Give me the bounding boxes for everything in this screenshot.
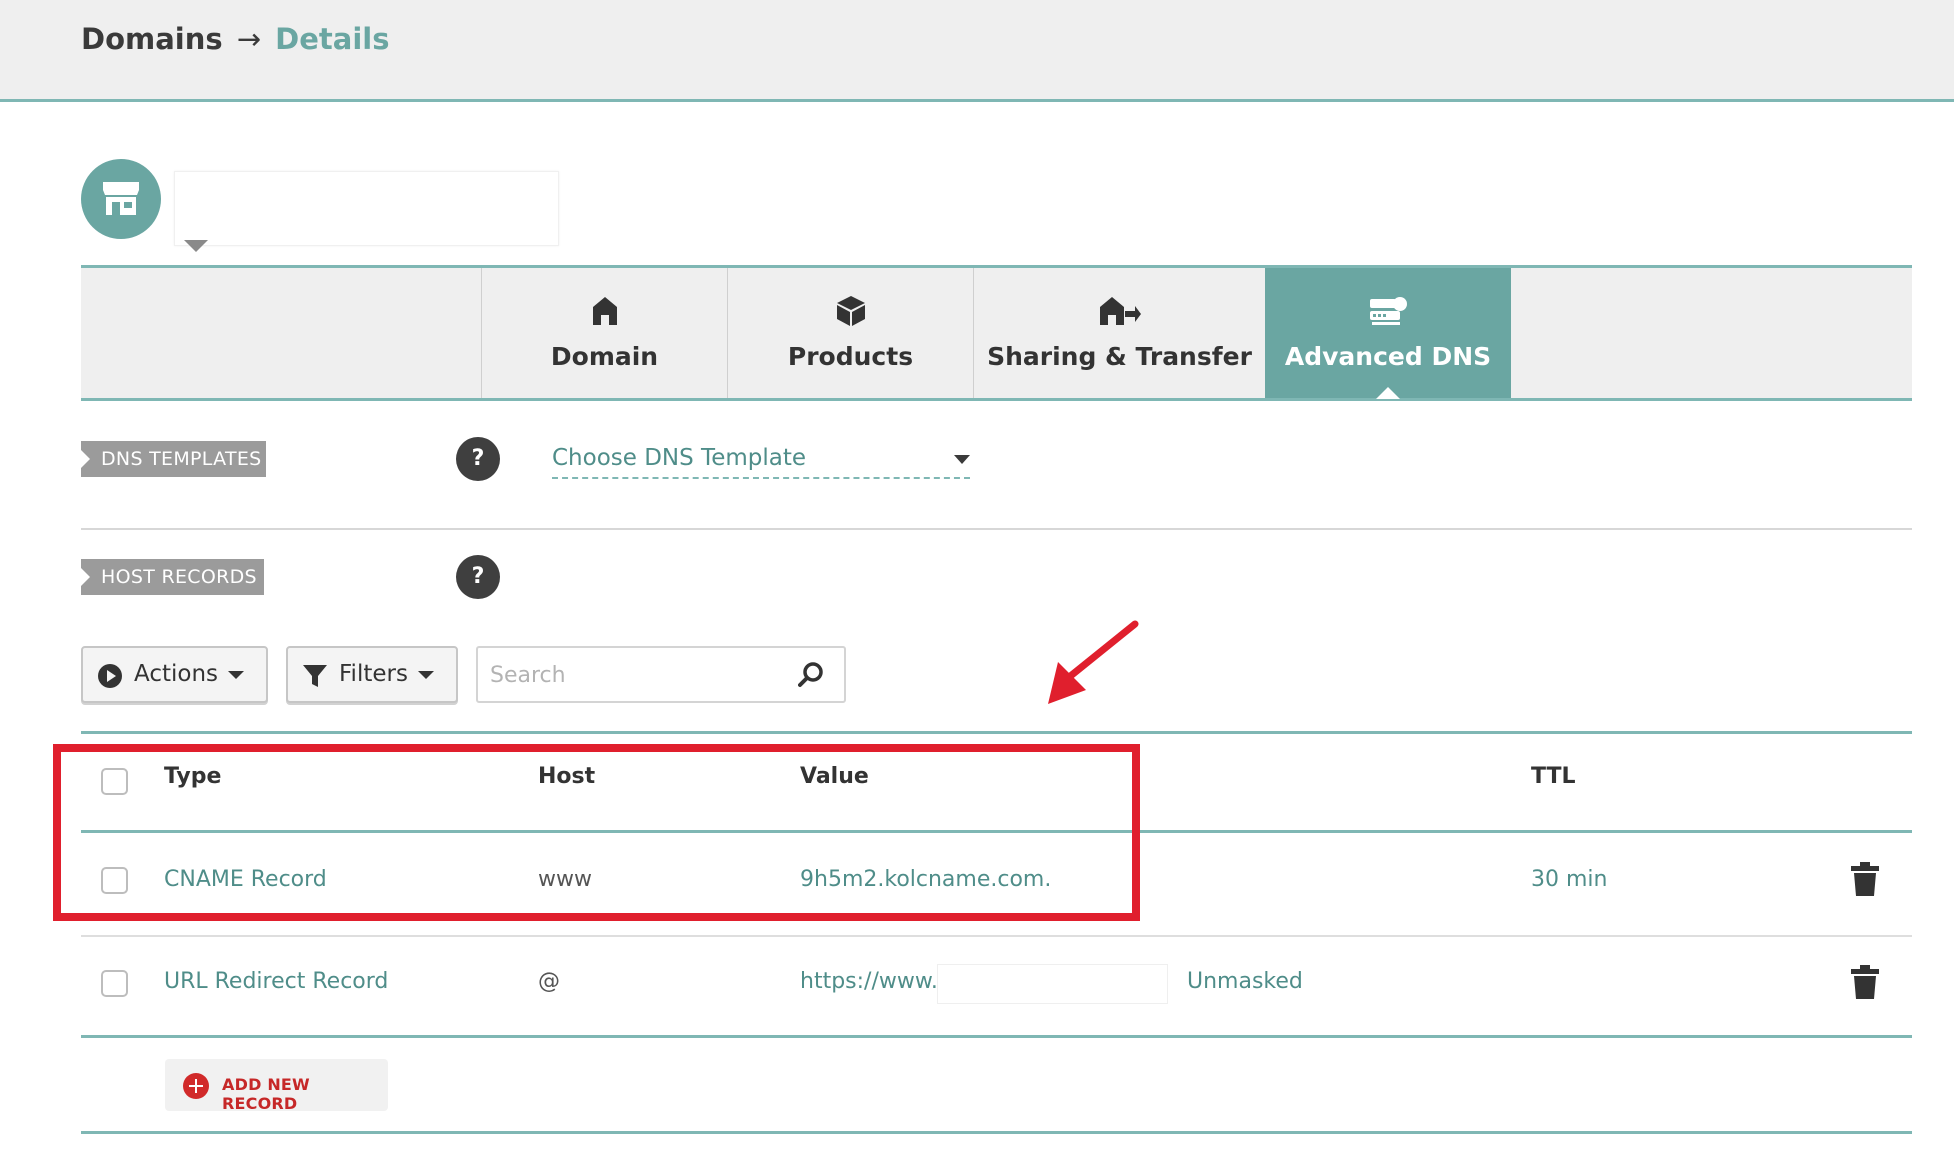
add-new-record-label: ADD NEW RECORD: [222, 1075, 310, 1113]
actions-button-label: Actions: [134, 661, 219, 687]
domain-dropdown-caret[interactable]: [184, 240, 208, 252]
chevron-down-icon: [228, 671, 244, 679]
host-records-label: HOST RECORDS: [81, 559, 264, 595]
search-field[interactable]: [476, 646, 846, 703]
tab-sharing-transfer-label: Sharing & Transfer: [987, 342, 1252, 371]
table-bottom-border: [81, 1035, 1912, 1038]
redirect-mode-cell[interactable]: Unmasked: [1187, 969, 1303, 994]
redacted-url-value: [937, 964, 1168, 1004]
trash-icon[interactable]: [1851, 965, 1879, 999]
tab-sharing-transfer[interactable]: Sharing & Transfer: [973, 268, 1265, 398]
domain-store-icon: [81, 159, 161, 239]
chevron-down-icon: [954, 455, 970, 464]
section-divider: [81, 528, 1912, 530]
search-icon[interactable]: [798, 662, 824, 688]
breadcrumb-current: Details: [275, 22, 390, 56]
record-host-cell[interactable]: @: [538, 969, 560, 994]
trash-icon[interactable]: [1851, 862, 1879, 896]
filter-funnel-icon: [303, 665, 327, 687]
domain-name-redacted: [174, 171, 559, 246]
filters-dropdown-button[interactable]: Filters: [286, 646, 458, 703]
record-type-cell[interactable]: URL Redirect Record: [164, 969, 388, 994]
dns-template-select[interactable]: Choose DNS Template: [552, 441, 970, 479]
record-type-cell[interactable]: CNAME Record: [164, 867, 327, 892]
actions-dropdown-button[interactable]: Actions: [81, 646, 268, 703]
record-ttl-cell[interactable]: 30 min: [1531, 867, 1607, 892]
dns-server-icon: [1370, 297, 1407, 325]
top-header-bar: Domains → Details: [0, 0, 1954, 102]
record-host-cell[interactable]: www: [538, 867, 592, 892]
column-header-type[interactable]: Type: [164, 764, 221, 789]
record-value-cell[interactable]: https://www.: [800, 969, 938, 994]
filters-button-label: Filters: [339, 661, 408, 687]
section-bottom-border: [81, 1131, 1912, 1134]
row-separator: [81, 935, 1912, 937]
column-header-host[interactable]: Host: [538, 764, 595, 789]
tab-domain[interactable]: Domain: [481, 268, 727, 398]
tab-products-label: Products: [787, 342, 914, 371]
tab-advanced-dns-label: Advanced DNS: [1284, 342, 1492, 371]
plus-circle-icon: [183, 1073, 209, 1099]
select-all-checkbox[interactable]: [101, 768, 128, 795]
tab-products[interactable]: Products: [727, 268, 973, 398]
record-value-cell[interactable]: 9h5m2.kolcname.com.: [800, 867, 1051, 892]
column-header-ttl[interactable]: TTL: [1531, 764, 1576, 789]
dns-templates-help-icon[interactable]: ?: [456, 437, 500, 481]
play-circle-icon: [98, 664, 122, 688]
chevron-down-icon: [418, 671, 434, 679]
dns-templates-label: DNS TEMPLATES: [81, 441, 266, 477]
tab-domain-label: Domain: [550, 342, 659, 371]
house-transfer-icon: [1099, 297, 1141, 325]
breadcrumb-separator: →: [236, 22, 262, 56]
breadcrumb: Domains → Details: [81, 22, 390, 56]
search-input[interactable]: [490, 658, 790, 692]
add-new-record-button[interactable]: ADD NEW RECORD: [165, 1059, 388, 1113]
column-header-value[interactable]: Value: [800, 764, 869, 789]
box-icon: [836, 296, 865, 326]
dns-template-select-value: Choose DNS Template: [552, 445, 806, 471]
red-arrow-annotation: [1048, 620, 1139, 704]
host-records-help-icon[interactable]: ?: [456, 555, 500, 599]
house-icon: [592, 297, 617, 325]
table-header-border: [81, 830, 1912, 833]
row-checkbox[interactable]: [101, 867, 128, 894]
tab-advanced-dns[interactable]: Advanced DNS: [1265, 268, 1511, 399]
breadcrumb-domains-link[interactable]: Domains: [81, 22, 223, 56]
row-checkbox[interactable]: [101, 970, 128, 997]
domain-tab-bar: Domain Products Sharing & Transfer Advan…: [81, 265, 1912, 401]
table-top-border: [81, 731, 1912, 734]
